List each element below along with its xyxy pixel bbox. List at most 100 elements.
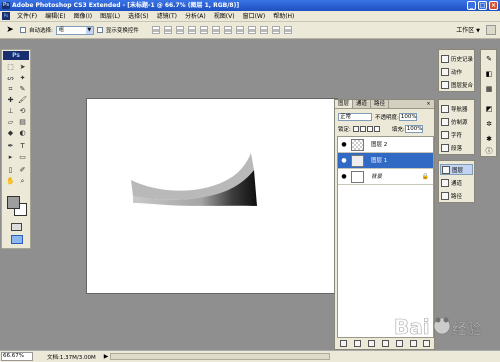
layer-row[interactable]: ● 背景 🔒 [338, 169, 433, 185]
auto-select-dropdown[interactable]: 组 ▼ [55, 25, 94, 35]
dock-actions[interactable]: 动作 [440, 66, 473, 77]
distribute-right-icon[interactable] [283, 26, 292, 34]
menu-view[interactable]: 视图(V) [210, 11, 239, 22]
dock-clone-source[interactable]: 仿制源 [440, 116, 473, 127]
fill-field[interactable]: 100% [404, 124, 423, 133]
distribute-hcenter-icon[interactable] [271, 26, 280, 34]
foreground-color-swatch[interactable] [7, 196, 20, 209]
adjust-panel-icon[interactable]: ✲ [484, 119, 494, 129]
history-brush-icon[interactable]: ⟲ [17, 107, 28, 116]
path-selection-icon[interactable]: ▸ [5, 153, 16, 162]
layer-row[interactable]: ● 图层 2 [338, 137, 433, 153]
move-tool-icon[interactable]: ➤ [17, 63, 28, 72]
blur-tool-icon[interactable]: ◆ [5, 129, 16, 138]
adjustment-layer-icon[interactable] [381, 339, 389, 347]
tab-layers[interactable]: 图层 [335, 100, 354, 108]
menu-file[interactable]: 文件(F) [13, 11, 41, 22]
tab-channels[interactable]: 通道 [353, 100, 372, 108]
notes-tool-icon[interactable]: ▯ [5, 166, 16, 175]
zoom-tool-icon[interactable]: ⌕ [17, 177, 28, 186]
slice-tool-icon[interactable]: ✎ [17, 85, 28, 94]
dock-layer-comps[interactable]: 图层复合 [440, 79, 473, 90]
menu-image[interactable]: 图像(I) [70, 11, 96, 22]
dock-history[interactable]: 历史记录 [440, 53, 473, 64]
styles-panel-icon[interactable]: ◩ [484, 104, 494, 114]
blend-mode-select[interactable]: 正常 [338, 112, 372, 121]
align-top-icon[interactable] [151, 26, 160, 34]
tab-paths[interactable]: 路径 [371, 100, 390, 108]
menu-window[interactable]: 窗口(W) [239, 11, 270, 22]
align-hcenter-icon[interactable] [199, 26, 208, 34]
menu-select[interactable]: 选择(S) [124, 11, 153, 22]
dock-paragraph[interactable]: 段落 [440, 142, 473, 153]
tools-panel-icon[interactable]: ✱ [484, 134, 494, 144]
lock-pixels-icon[interactable] [359, 125, 366, 132]
eyedropper-tool-icon[interactable]: ✐ [17, 166, 28, 175]
hand-tool-icon[interactable]: ✋ [5, 177, 16, 186]
close-button[interactable]: × [489, 1, 498, 10]
distribute-bottom-icon[interactable] [247, 26, 256, 34]
menu-help[interactable]: 帮助(H) [269, 11, 298, 22]
move-tool-preset-icon[interactable]: ➤ [3, 24, 17, 36]
brush-tool-icon[interactable]: 🖌 [17, 96, 28, 105]
distribute-vcenter-icon[interactable] [235, 26, 244, 34]
dodge-tool-icon[interactable]: ◐ [17, 129, 28, 138]
magic-wand-tool-icon[interactable]: ✦ [17, 74, 28, 83]
visibility-eye-icon[interactable]: ● [340, 173, 348, 181]
shape-tool-icon[interactable]: ▭ [17, 153, 28, 162]
visibility-eye-icon[interactable]: ● [340, 157, 348, 165]
ps-menu-icon[interactable]: Ps [2, 12, 10, 20]
menu-filter[interactable]: 滤镜(T) [153, 11, 181, 22]
show-transform-checkbox[interactable] [96, 27, 103, 33]
lock-all-icon[interactable] [373, 125, 380, 132]
visibility-eye-icon[interactable]: ● [340, 141, 348, 149]
distribute-top-icon[interactable] [223, 26, 232, 34]
lock-transparency-icon[interactable] [352, 125, 359, 132]
align-bottom-icon[interactable] [175, 26, 184, 34]
minimize-button[interactable]: _ [467, 1, 476, 10]
horizontal-scrollbar[interactable] [110, 353, 330, 360]
opacity-field[interactable]: 100% [398, 112, 417, 121]
crop-tool-icon[interactable]: ⌗ [5, 85, 16, 94]
workspace-button[interactable]: 工作区 ▼ [456, 25, 480, 34]
lasso-tool-icon[interactable]: ᔕ [5, 74, 16, 83]
menu-analysis[interactable]: 分析(A) [181, 11, 210, 22]
distribute-left-icon[interactable] [259, 26, 268, 34]
gradient-tool-icon[interactable]: ▤ [17, 118, 28, 127]
layer-row-selected[interactable]: ● 图层 1 [338, 153, 433, 169]
color-panel-icon[interactable]: ◧ [484, 69, 494, 79]
layer-style-icon[interactable] [354, 339, 362, 347]
document-size[interactable]: 文档:1.37M/3.00M [47, 353, 96, 361]
dock-layers[interactable]: 图层 [440, 164, 473, 175]
menu-layer[interactable]: 图层(L) [96, 11, 124, 22]
panel-close-icon[interactable]: × [425, 101, 432, 108]
clone-stamp-icon[interactable]: ⊥ [5, 107, 16, 116]
document-canvas[interactable] [86, 98, 338, 294]
healing-brush-icon[interactable]: ✚ [5, 96, 16, 105]
lock-position-icon[interactable] [366, 125, 373, 132]
info-panel-icon[interactable]: ⓘ [484, 146, 494, 156]
align-right-icon[interactable] [211, 26, 220, 34]
status-menu-arrow-icon[interactable]: ▶ [104, 353, 109, 360]
zoom-field[interactable]: 66.67% [1, 352, 33, 361]
eraser-tool-icon[interactable]: ▱ [5, 118, 16, 127]
marquee-tool-icon[interactable]: ⬚ [5, 63, 16, 72]
screen-mode-icon[interactable] [11, 235, 23, 244]
auto-select-checkbox[interactable] [20, 27, 26, 33]
type-tool-icon[interactable]: T [17, 142, 28, 151]
dock-channels[interactable]: 通道 [440, 177, 473, 188]
swatches-panel-icon[interactable]: ▦ [484, 84, 494, 94]
quick-mask-icon[interactable] [11, 223, 22, 231]
dock-navigator[interactable]: 导航器 [440, 103, 473, 114]
align-vcenter-icon[interactable] [163, 26, 172, 34]
dock-character[interactable]: 字符 [440, 129, 473, 140]
layer-mask-icon[interactable] [368, 339, 376, 347]
align-left-icon[interactable] [187, 26, 196, 34]
link-layers-icon[interactable] [340, 339, 348, 347]
pen-tool-icon[interactable]: ✒ [5, 142, 16, 151]
panel-grip-icon[interactable] [486, 25, 496, 35]
maximize-button[interactable]: □ [478, 1, 487, 10]
dock-paths[interactable]: 路径 [440, 190, 473, 201]
menu-edit[interactable]: 编辑(E) [41, 11, 69, 22]
brushes-panel-icon[interactable]: ✎ [484, 54, 494, 64]
